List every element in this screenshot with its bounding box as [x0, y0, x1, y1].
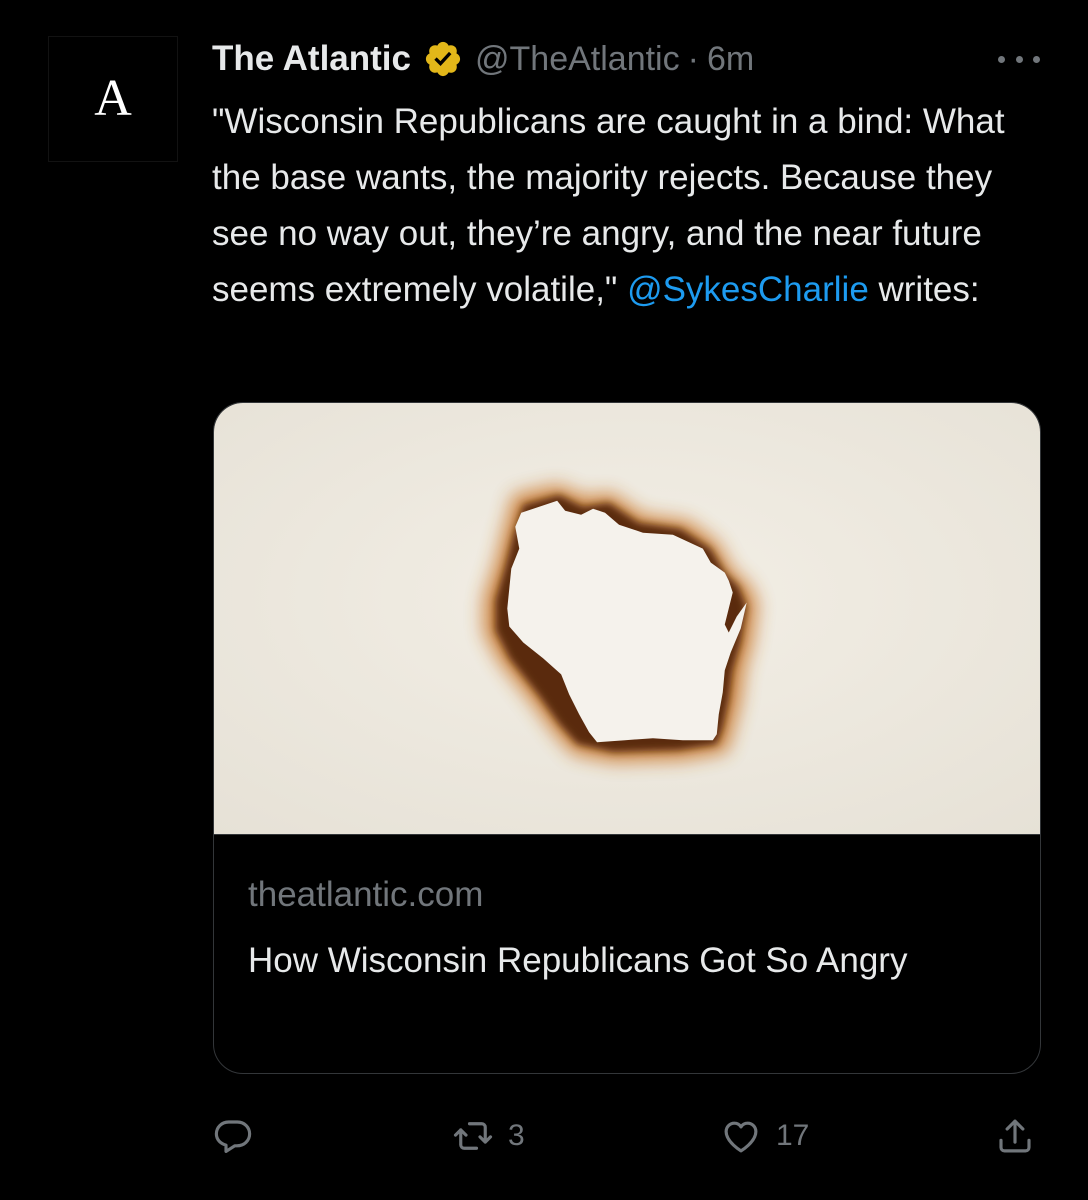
- avatar-logo-letter: A: [94, 70, 132, 127]
- tweet-text: "Wisconsin Republicans are caught in a b…: [212, 94, 1012, 318]
- card-image[interactable]: [214, 403, 1040, 835]
- tweet[interactable]: A The Atlantic @TheAtlantic · 6m "Wiscon…: [0, 0, 1088, 1200]
- more-dot: [998, 55, 1005, 63]
- card-domain: theatlantic.com: [248, 875, 484, 914]
- more-options-icon[interactable]: [998, 46, 1040, 72]
- separator-dot: ·: [687, 39, 699, 78]
- reply-button[interactable]: [212, 1110, 268, 1162]
- like-count: 17: [776, 1119, 810, 1152]
- timestamp[interactable]: 6m: [707, 40, 754, 79]
- verified-badge-icon[interactable]: [423, 39, 463, 79]
- action-bar: 3 17: [212, 1110, 1042, 1162]
- card-title[interactable]: How Wisconsin Republicans Got So Angry: [248, 933, 1008, 989]
- heart-icon: [720, 1115, 762, 1157]
- tweet-header: The Atlantic @TheAtlantic · 6m: [212, 36, 754, 82]
- more-dot: [1033, 55, 1040, 63]
- retweet-icon: [452, 1115, 494, 1157]
- like-button[interactable]: 17: [720, 1110, 809, 1162]
- share-button[interactable]: [994, 1110, 1036, 1162]
- tweet-text-ending: writes:: [868, 270, 980, 309]
- mention-link[interactable]: @SykesCharlie: [627, 270, 869, 309]
- retweet-button[interactable]: 3: [452, 1110, 525, 1162]
- display-name[interactable]: The Atlantic: [212, 39, 411, 79]
- handle[interactable]: @TheAtlantic: [475, 40, 680, 79]
- more-dot: [1015, 55, 1023, 63]
- share-icon: [994, 1115, 1036, 1157]
- avatar[interactable]: A: [48, 36, 178, 162]
- retweet-count: 3: [508, 1119, 525, 1152]
- reply-icon: [212, 1115, 254, 1157]
- link-card[interactable]: theatlantic.com How Wisconsin Republican…: [213, 402, 1041, 1074]
